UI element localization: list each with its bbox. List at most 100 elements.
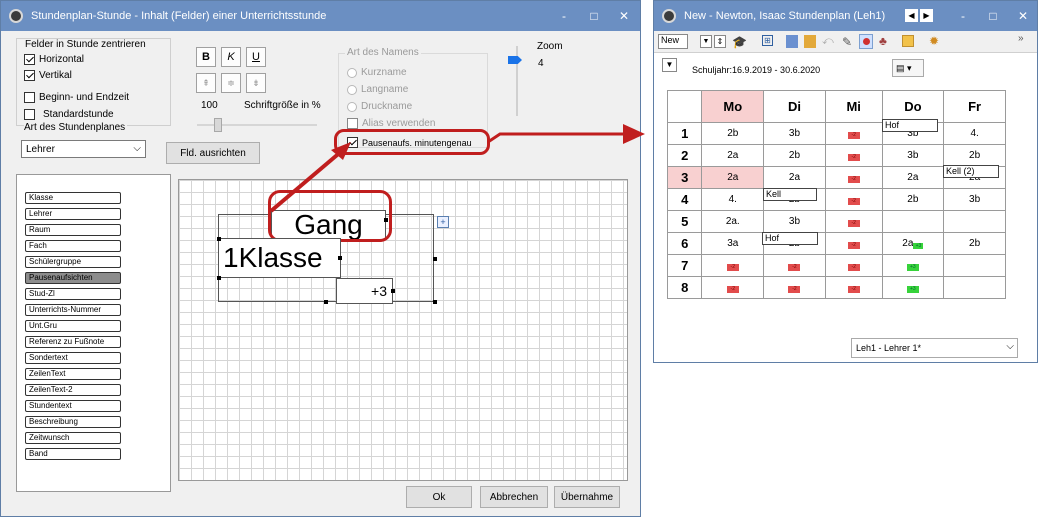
undo-icon[interactable]: ⤺ <box>822 35 834 48</box>
lesson-cell[interactable]: 2a +3 <box>881 232 945 255</box>
lesson-cell[interactable]: 2a <box>701 166 765 189</box>
alias-checkbox[interactable]: Alias verwenden <box>347 118 435 129</box>
bold-button[interactable]: B <box>196 47 216 67</box>
period-number[interactable]: 6 <box>666 232 703 255</box>
field-klasse[interactable]: Klasse <box>25 192 121 204</box>
field-raum[interactable]: Raum <box>25 224 121 236</box>
lesson-cell[interactable]: 2a. <box>701 210 765 233</box>
lesson-cell[interactable]: 3a <box>701 232 765 255</box>
alias-check[interactable] <box>347 118 358 129</box>
lesson-cell[interactable]: +3 <box>881 276 945 299</box>
period-number[interactable]: 5 <box>666 210 703 233</box>
lesson-cell[interactable] <box>943 210 1006 233</box>
lesson-cell[interactable]: -2 <box>824 122 883 145</box>
close-button[interactable]: ✕ <box>1010 1 1036 31</box>
resize-handle[interactable] <box>217 276 221 280</box>
kurzname-radio[interactable]: Kurzname <box>347 67 407 78</box>
day-header-mi[interactable]: Mi <box>824 90 883 123</box>
resize-handle[interactable] <box>324 300 328 304</box>
resize-handle[interactable] <box>433 257 437 261</box>
maximize-button[interactable]: □ <box>581 1 607 31</box>
resize-handle[interactable] <box>384 218 388 222</box>
align-middle-icon[interactable]: ≑ <box>221 73 241 93</box>
period-number[interactable]: 4 <box>666 188 703 211</box>
hof-label-2[interactable]: Hof <box>762 232 818 245</box>
people-icon[interactable]: ♣ <box>879 34 887 48</box>
lesson-cell[interactable]: 2b <box>881 188 945 211</box>
lesson-cell[interactable]: -2 <box>701 254 765 277</box>
lesson-cell[interactable]: -2 <box>824 188 883 211</box>
field-fach[interactable]: Fach <box>25 240 121 252</box>
lesson-cell[interactable]: 3b <box>943 188 1006 211</box>
gear-icon[interactable]: ✹ <box>929 34 939 48</box>
lesson-cell[interactable]: -2 <box>763 254 826 277</box>
graduation-cap-icon[interactable]: 🎓 <box>732 35 747 49</box>
lesson-cell[interactable]: 4. <box>701 188 765 211</box>
font-size-slider[interactable] <box>214 118 222 132</box>
klasse-field[interactable]: 1Klasse <box>218 238 341 278</box>
prev-icon[interactable]: ◀ <box>905 9 918 22</box>
begin-end-checkbox[interactable]: Beginn- und Endzeit <box>24 92 129 103</box>
toolbar-select[interactable]: New <box>658 34 688 49</box>
field-referenz-fussnote[interactable]: Referenz zu Fußnote <box>25 336 121 348</box>
field-pausenaufsichten[interactable]: Pausenaufsichten <box>25 272 121 284</box>
lesson-cell[interactable]: 3b <box>763 210 826 233</box>
lesson-cell[interactable]: 3b <box>763 122 826 145</box>
druckname-radio-circle[interactable] <box>347 101 357 112</box>
save-icon[interactable] <box>786 35 798 48</box>
lesson-cell[interactable]: 2b <box>943 232 1006 255</box>
settings-doc-icon[interactable] <box>902 35 914 47</box>
align-fields-button[interactable]: Fld. ausrichten <box>166 142 260 164</box>
field-zeilentext[interactable]: ZeilenText <box>25 368 121 380</box>
plus-field[interactable]: +3 <box>336 278 393 304</box>
lesson-cell[interactable]: -2 <box>701 276 765 299</box>
lesson-cell[interactable]: 2a <box>881 166 945 189</box>
field-unt-gru[interactable]: Unt.Gru <box>25 320 121 332</box>
lesson-cell[interactable]: +3 <box>881 254 945 277</box>
day-header-di[interactable]: Di <box>763 90 826 123</box>
expand-icon[interactable]: ▼ <box>662 58 677 72</box>
kell2-label[interactable]: Kell (2) <box>943 165 999 178</box>
day-header-mo[interactable]: Mo <box>701 90 765 123</box>
zoom-slider[interactable] <box>508 56 522 64</box>
lesson-cell[interactable] <box>943 276 1006 299</box>
lesson-cell[interactable]: 2b <box>763 144 826 167</box>
field-zeitwunsch[interactable]: Zeitwunsch <box>25 432 121 444</box>
vertical-checkbox[interactable]: Vertikal <box>24 70 72 81</box>
lesson-cell[interactable]: 3b <box>881 144 945 167</box>
field-stud-zl[interactable]: Stud-Zl <box>25 288 121 300</box>
period-number[interactable]: 2 <box>666 144 703 167</box>
lesson-cell[interactable]: 2b <box>943 144 1006 167</box>
lesson-cell[interactable]: -2 <box>824 276 883 299</box>
field-unterrichts-nummer[interactable]: Unterrichts-Nummer <box>25 304 121 316</box>
plan-type-select[interactable]: Lehrer ⌵ <box>21 140 146 158</box>
field-stundentext[interactable]: Stundentext <box>25 400 121 412</box>
horizontal-checkbox[interactable]: Horizontal <box>24 54 84 65</box>
lesson-cell[interactable]: -2 <box>824 166 883 189</box>
minimize-button[interactable]: - <box>950 1 976 31</box>
field-zeilentext-2[interactable]: ZeilenText-2 <box>25 384 121 396</box>
calendar-icon[interactable]: ▤ ▾ <box>892 59 924 77</box>
lock-icon[interactable] <box>804 35 816 48</box>
lesson-cell[interactable]: -2 <box>824 144 883 167</box>
apply-button[interactable]: Übernahme <box>554 486 620 508</box>
lesson-cell[interactable] <box>881 210 945 233</box>
field-schuelergruppe[interactable]: Schülergruppe <box>25 256 121 268</box>
langname-radio[interactable]: Langname <box>347 84 408 95</box>
lesson-cell[interactable]: -2 <box>824 232 883 255</box>
underline-button[interactable]: U <box>246 47 266 67</box>
field-beschreibung[interactable]: Beschreibung <box>25 416 121 428</box>
resize-handle[interactable] <box>391 289 395 293</box>
lesson-cell[interactable]: 4. <box>943 122 1006 145</box>
hof-label[interactable]: Hof <box>882 119 938 132</box>
maximize-button[interactable]: □ <box>980 1 1006 31</box>
period-number[interactable]: 7 <box>666 254 703 277</box>
resize-handle[interactable] <box>433 300 437 304</box>
next-icon[interactable]: ▶ <box>920 9 933 22</box>
highlight-tool-icon[interactable] <box>859 34 873 49</box>
lesson-cell[interactable] <box>943 254 1006 277</box>
field-band[interactable]: Band <box>25 448 121 460</box>
lesson-cell[interactable]: -2 <box>824 254 883 277</box>
align-bottom-icon[interactable]: ⇟ <box>246 73 266 93</box>
spin-icon[interactable]: ⇕ <box>714 35 726 48</box>
